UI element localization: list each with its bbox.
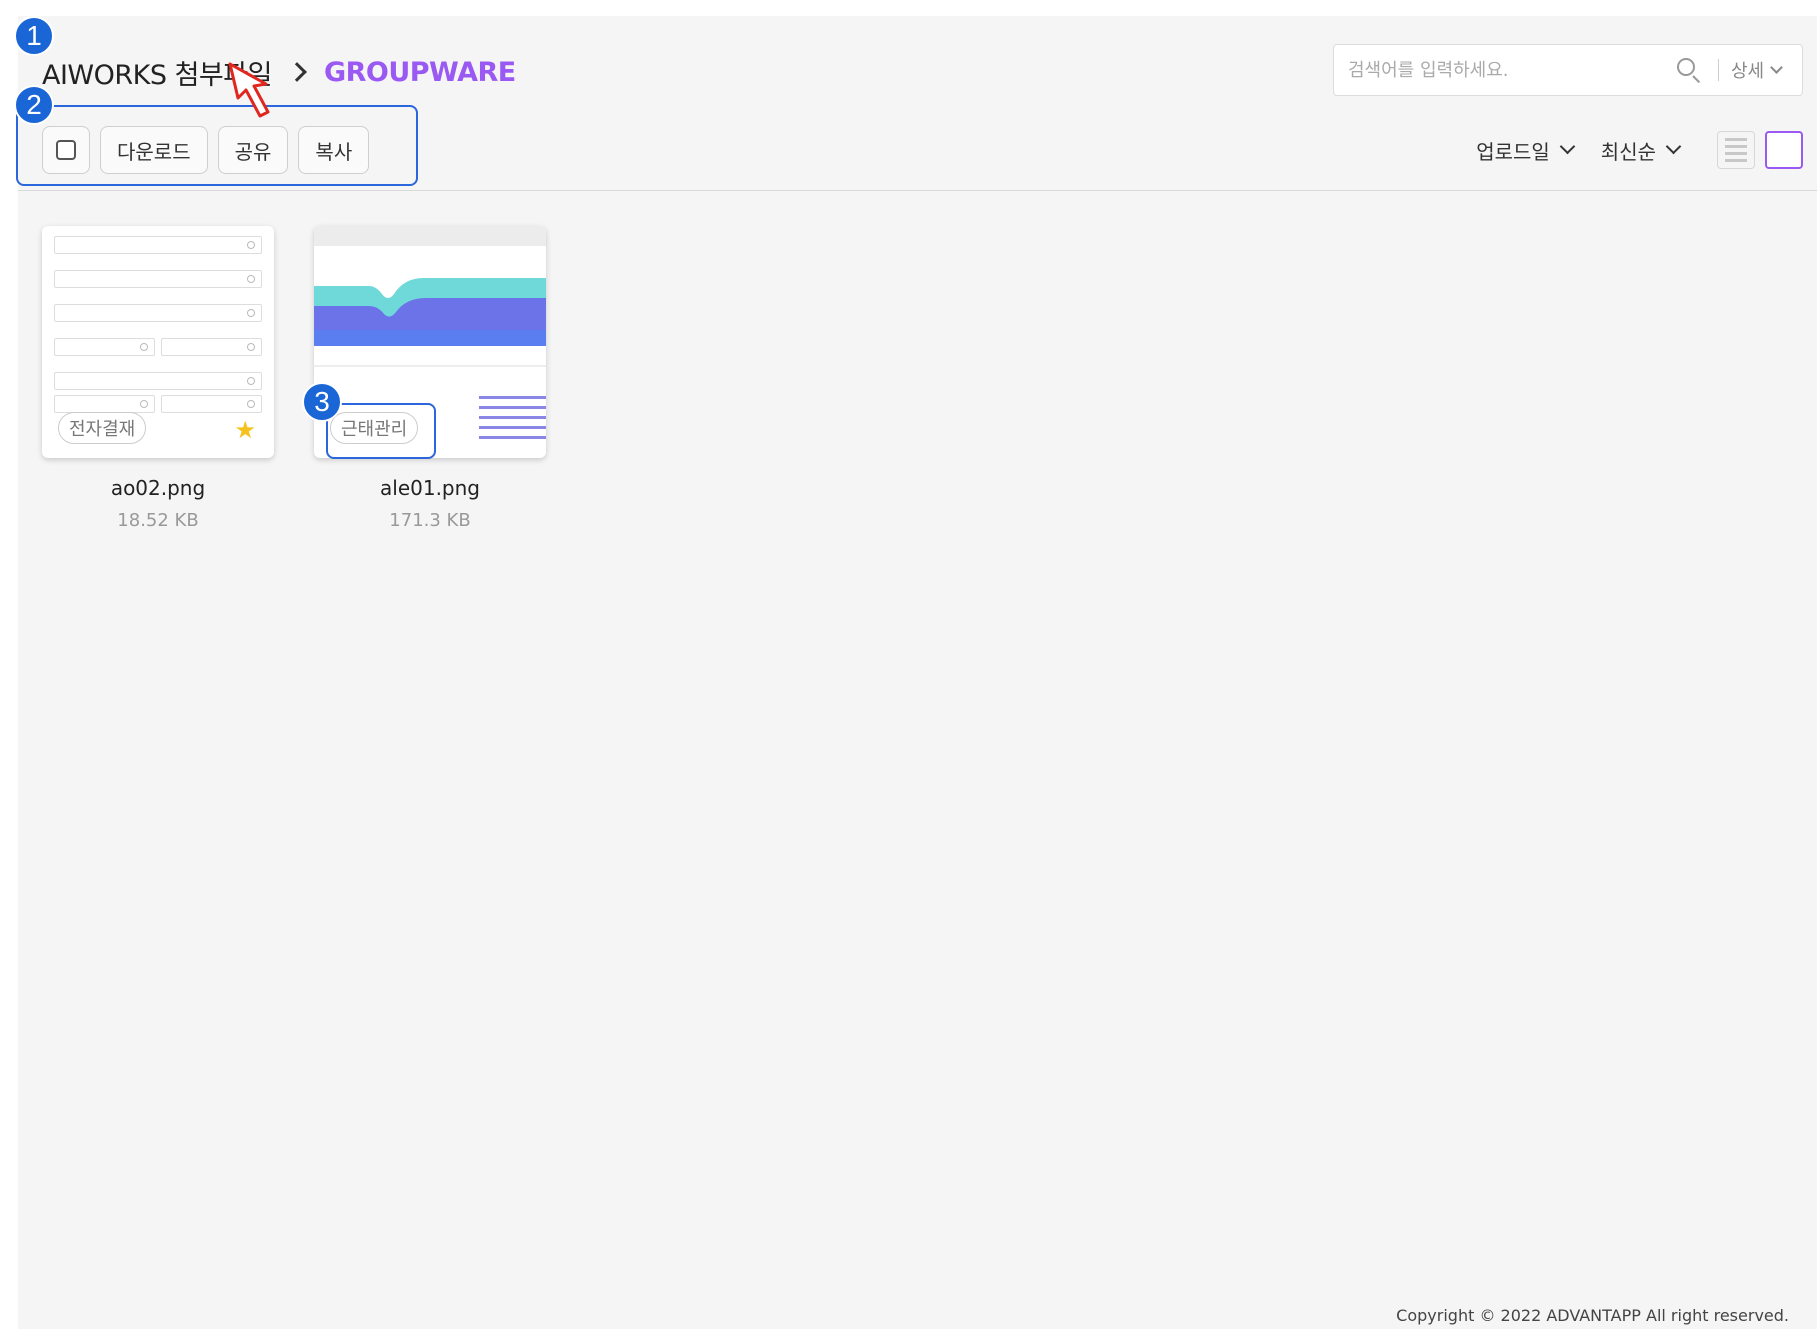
search-box: 상세 bbox=[1333, 44, 1803, 96]
file-thumbnail[interactable]: 전자결재 ★ bbox=[42, 226, 274, 458]
sort-bar: 업로드일 최신순 bbox=[1476, 128, 1803, 172]
grid-view-icon[interactable] bbox=[1765, 131, 1803, 169]
step-badge-1: 1 bbox=[14, 16, 54, 56]
detail-search-button[interactable]: 상세 bbox=[1731, 57, 1783, 83]
search-divider bbox=[1718, 59, 1719, 81]
file-card[interactable]: 전자결재 ★ ao02.png 18.52 KB bbox=[42, 226, 274, 531]
file-name: ale01.png bbox=[380, 476, 480, 500]
sort-field-dropdown[interactable]: 업로드일 bbox=[1476, 136, 1576, 165]
breadcrumb-current[interactable]: GROUPWARE bbox=[324, 57, 516, 88]
file-size: 18.52 KB bbox=[117, 510, 199, 531]
search-input[interactable] bbox=[1334, 45, 1664, 95]
file-grid: 전자결재 ★ ao02.png 18.52 KB 근태관리 ale01.png … bbox=[42, 226, 546, 531]
file-tag: 전자결재 bbox=[58, 412, 147, 444]
sort-field-label: 업로드일 bbox=[1476, 139, 1550, 164]
search-icon[interactable] bbox=[1668, 50, 1708, 90]
step-badge-2: 2 bbox=[14, 85, 54, 125]
chevron-down-icon bbox=[1559, 138, 1576, 155]
step-badge-3: 3 bbox=[302, 382, 342, 422]
file-size: 171.3 KB bbox=[389, 510, 471, 531]
tag-highlight-box bbox=[326, 403, 436, 459]
cursor-arrow-icon bbox=[228, 62, 270, 118]
sort-order-label: 최신순 bbox=[1600, 139, 1656, 164]
detail-search-label: 상세 bbox=[1731, 61, 1765, 82]
sort-order-dropdown[interactable]: 최신순 bbox=[1600, 136, 1682, 165]
chevron-down-icon bbox=[1665, 138, 1682, 155]
thumbnail-preview bbox=[54, 236, 262, 418]
divider bbox=[18, 190, 1817, 191]
copyright-footer: Copyright © 2022 ADVANTAPP All right res… bbox=[1396, 1306, 1789, 1325]
star-icon[interactable]: ★ bbox=[234, 418, 256, 442]
chevron-down-icon bbox=[1770, 61, 1783, 74]
file-card[interactable]: 근태관리 ale01.png 171.3 KB bbox=[314, 226, 546, 531]
toolbar-highlight-box bbox=[16, 105, 418, 186]
file-browser: AIWORKS 첨부파일 GROUPWARE 상세 다운로드 공유 복사 업로드… bbox=[18, 16, 1817, 1329]
chevron-right-icon bbox=[287, 62, 307, 82]
file-name: ao02.png bbox=[110, 476, 206, 500]
list-view-icon[interactable] bbox=[1717, 131, 1755, 169]
